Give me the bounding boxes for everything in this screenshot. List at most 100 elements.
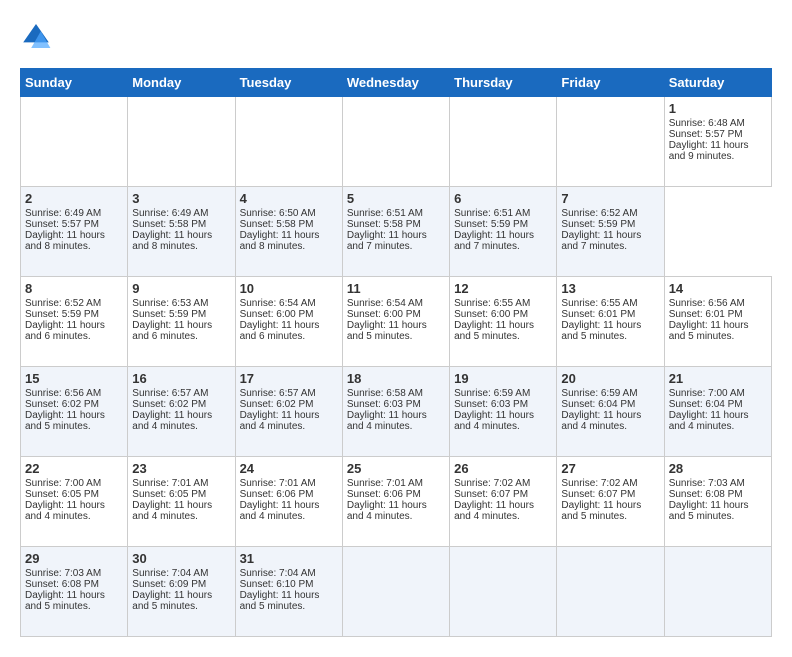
day-cell: 6 Sunrise: 6:51 AM Sunset: 5:59 PM Dayli… [450,187,557,277]
sunrise-label: Sunrise: 7:00 AM [25,478,101,489]
day-header-wednesday: Wednesday [342,69,449,97]
sunrise-label: Sunrise: 6:50 AM [240,208,316,219]
sunrise-label: Sunrise: 6:51 AM [347,208,423,219]
day-cell: 21 Sunrise: 7:00 AM Sunset: 6:04 PM Dayl… [664,367,771,457]
day-cell: 10 Sunrise: 6:54 AM Sunset: 6:00 PM Dayl… [235,277,342,367]
day-cell [450,547,557,637]
day-cell: 31 Sunrise: 7:04 AM Sunset: 6:10 PM Dayl… [235,547,342,637]
day-cell: 30 Sunrise: 7:04 AM Sunset: 6:09 PM Dayl… [128,547,235,637]
daylight-label: Daylight: 11 hours and 4 minutes. [347,500,427,522]
sunrise-label: Sunrise: 7:00 AM [669,388,745,399]
day-cell: 24 Sunrise: 7:01 AM Sunset: 6:06 PM Dayl… [235,457,342,547]
sunset-label: Sunset: 5:58 PM [132,219,206,230]
day-number: 18 [347,371,445,386]
sunrise-label: Sunrise: 6:59 AM [454,388,530,399]
day-number: 14 [669,281,767,296]
daylight-label: Daylight: 11 hours and 6 minutes. [25,320,105,342]
sunset-label: Sunset: 6:08 PM [25,579,99,590]
sunset-label: Sunset: 6:04 PM [669,399,743,410]
day-cell: 12 Sunrise: 6:55 AM Sunset: 6:00 PM Dayl… [450,277,557,367]
day-cell: 9 Sunrise: 6:53 AM Sunset: 5:59 PM Dayli… [128,277,235,367]
sunrise-label: Sunrise: 6:49 AM [132,208,208,219]
day-cell: 17 Sunrise: 6:57 AM Sunset: 6:02 PM Dayl… [235,367,342,457]
sunrise-label: Sunrise: 6:49 AM [25,208,101,219]
sunrise-label: Sunrise: 6:54 AM [347,298,423,309]
day-number: 11 [347,281,445,296]
sunrise-label: Sunrise: 6:55 AM [454,298,530,309]
sunrise-label: Sunrise: 6:53 AM [132,298,208,309]
daylight-label: Daylight: 11 hours and 5 minutes. [347,320,427,342]
day-number: 3 [132,191,230,206]
daylight-label: Daylight: 11 hours and 5 minutes. [669,500,749,522]
sunrise-label: Sunrise: 6:56 AM [669,298,745,309]
day-number: 29 [25,551,123,566]
sunrise-label: Sunrise: 7:03 AM [669,478,745,489]
day-cell: 28 Sunrise: 7:03 AM Sunset: 6:08 PM Dayl… [664,457,771,547]
week-row-4: 15 Sunrise: 6:56 AM Sunset: 6:02 PM Dayl… [21,367,772,457]
sunset-label: Sunset: 6:05 PM [25,489,99,500]
sunset-label: Sunset: 6:09 PM [132,579,206,590]
sunset-label: Sunset: 5:58 PM [347,219,421,230]
day-cell: 16 Sunrise: 6:57 AM Sunset: 6:02 PM Dayl… [128,367,235,457]
day-number: 25 [347,461,445,476]
day-number: 31 [240,551,338,566]
sunset-label: Sunset: 6:01 PM [561,309,635,320]
sunset-label: Sunset: 6:06 PM [347,489,421,500]
daylight-label: Daylight: 11 hours and 4 minutes. [240,410,320,432]
sunrise-label: Sunrise: 6:51 AM [454,208,530,219]
header-row: SundayMondayTuesdayWednesdayThursdayFrid… [21,69,772,97]
sunrise-label: Sunrise: 7:02 AM [454,478,530,489]
week-row-5: 22 Sunrise: 7:00 AM Sunset: 6:05 PM Dayl… [21,457,772,547]
daylight-label: Daylight: 11 hours and 4 minutes. [454,500,534,522]
sunrise-label: Sunrise: 6:48 AM [669,118,745,129]
day-number: 30 [132,551,230,566]
sunset-label: Sunset: 6:02 PM [240,399,314,410]
sunrise-label: Sunrise: 6:56 AM [25,388,101,399]
sunset-label: Sunset: 6:04 PM [561,399,635,410]
day-number: 7 [561,191,659,206]
day-number: 15 [25,371,123,386]
day-number: 27 [561,461,659,476]
day-number: 6 [454,191,552,206]
daylight-label: Daylight: 11 hours and 4 minutes. [347,410,427,432]
day-number: 9 [132,281,230,296]
sunset-label: Sunset: 6:02 PM [132,399,206,410]
daylight-label: Daylight: 11 hours and 5 minutes. [561,500,641,522]
sunset-label: Sunset: 5:59 PM [25,309,99,320]
page-header [20,20,772,52]
sunset-label: Sunset: 6:00 PM [454,309,528,320]
daylight-label: Daylight: 11 hours and 5 minutes. [25,410,105,432]
day-cell: 29 Sunrise: 7:03 AM Sunset: 6:08 PM Dayl… [21,547,128,637]
day-number: 22 [25,461,123,476]
day-cell: 27 Sunrise: 7:02 AM Sunset: 6:07 PM Dayl… [557,457,664,547]
sunset-label: Sunset: 6:02 PM [25,399,99,410]
day-cell: 22 Sunrise: 7:00 AM Sunset: 6:05 PM Dayl… [21,457,128,547]
daylight-label: Daylight: 11 hours and 5 minutes. [132,590,212,612]
day-number: 8 [25,281,123,296]
sunset-label: Sunset: 6:03 PM [347,399,421,410]
week-row-6: 29 Sunrise: 7:03 AM Sunset: 6:08 PM Dayl… [21,547,772,637]
sunset-label: Sunset: 5:59 PM [132,309,206,320]
day-cell [21,97,128,187]
daylight-label: Daylight: 11 hours and 7 minutes. [347,230,427,252]
day-number: 13 [561,281,659,296]
day-header-saturday: Saturday [664,69,771,97]
daylight-label: Daylight: 11 hours and 5 minutes. [240,590,320,612]
sunrise-label: Sunrise: 6:57 AM [240,388,316,399]
day-number: 17 [240,371,338,386]
daylight-label: Daylight: 11 hours and 7 minutes. [561,230,641,252]
day-number: 5 [347,191,445,206]
daylight-label: Daylight: 11 hours and 4 minutes. [25,500,105,522]
sunset-label: Sunset: 6:07 PM [454,489,528,500]
day-cell [664,547,771,637]
daylight-label: Daylight: 11 hours and 8 minutes. [240,230,320,252]
daylight-label: Daylight: 11 hours and 5 minutes. [25,590,105,612]
sunrise-label: Sunrise: 6:55 AM [561,298,637,309]
day-cell: 15 Sunrise: 6:56 AM Sunset: 6:02 PM Dayl… [21,367,128,457]
sunset-label: Sunset: 6:00 PM [240,309,314,320]
sunrise-label: Sunrise: 7:04 AM [240,568,316,579]
day-number: 4 [240,191,338,206]
day-header-sunday: Sunday [21,69,128,97]
logo-icon [20,20,52,52]
day-cell: 8 Sunrise: 6:52 AM Sunset: 5:59 PM Dayli… [21,277,128,367]
